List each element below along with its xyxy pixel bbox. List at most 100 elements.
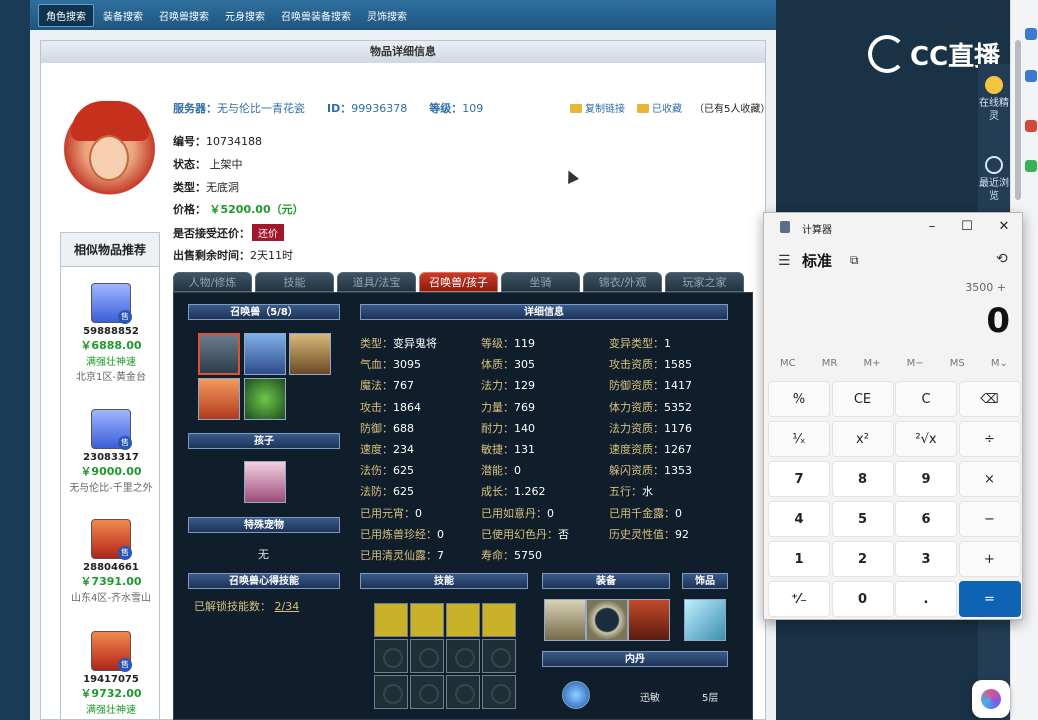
skill-icon[interactable] xyxy=(374,603,408,637)
game-tab[interactable]: 玩家之家 xyxy=(665,272,744,292)
calc-key[interactable]: ⁺⁄₋ xyxy=(768,581,830,617)
game-tab[interactable]: 技能 xyxy=(255,272,334,292)
pet-slot[interactable] xyxy=(244,378,286,420)
nav-tab[interactable]: 元身搜索 xyxy=(218,5,272,26)
pet-slot[interactable] xyxy=(198,333,240,375)
sell-badge: 售 xyxy=(118,546,132,560)
online-sprite-button[interactable]: 在线精灵 xyxy=(978,76,1010,123)
calculator-title: 计算器 xyxy=(802,225,832,236)
calc-key[interactable]: ÷ xyxy=(958,421,1021,457)
inner-dan-header: 内丹 xyxy=(542,651,728,667)
favorite-count: （已有5人收藏） xyxy=(694,104,771,115)
server-value: 无与伦比一青花瓷 xyxy=(217,102,305,115)
skill-icon[interactable] xyxy=(410,603,444,637)
memory-button[interactable]: MC xyxy=(780,358,796,369)
special-pet-header: 特殊宠物 xyxy=(188,517,340,533)
server-info-row: 服务器：无与伦比一青花瓷 ID：99936378 等级：109 xyxy=(173,100,483,116)
game-tab[interactable]: 人物/修炼 xyxy=(173,272,252,292)
stat-row: 法力资质：1176 xyxy=(609,421,692,435)
empty-skill-icon xyxy=(446,639,480,673)
calc-key[interactable]: 5 xyxy=(831,501,894,537)
recent-browse-button[interactable]: 最近浏览 xyxy=(978,156,1010,203)
similar-item[interactable]: 售 23083317 ￥9000.00 无与伦比-千里之外 xyxy=(61,409,161,494)
pet-slot[interactable] xyxy=(198,378,240,420)
calc-key[interactable]: . xyxy=(895,581,957,617)
stat-row: 速度：234 xyxy=(360,443,414,456)
calc-key[interactable]: 1 xyxy=(768,541,830,577)
calc-key[interactable]: CE xyxy=(831,381,894,417)
memory-button[interactable]: M− xyxy=(907,358,924,369)
calc-key[interactable]: 9 xyxy=(895,461,957,497)
copy-link-button[interactable]: 复制链接 xyxy=(570,100,625,115)
calc-key[interactable]: 0 xyxy=(831,581,894,617)
calculator-titlebar[interactable]: 计算器 – ☐ ✕ xyxy=(764,213,1024,241)
calc-key[interactable]: x² xyxy=(831,421,894,457)
keep-on-top-icon[interactable]: ⧉ xyxy=(850,253,859,268)
calc-key[interactable]: 6 xyxy=(895,501,957,537)
child-slot[interactable] xyxy=(244,461,286,503)
similar-item[interactable]: 售 59888852 ￥6888.00 满强壮神速 北京1区-黄金台 xyxy=(61,283,161,383)
equipment-slot[interactable] xyxy=(586,599,628,641)
minimize-button[interactable]: – xyxy=(922,219,942,234)
unlocked-skills-value[interactable]: 2/34 xyxy=(275,600,300,613)
assistant-orb-button[interactable] xyxy=(972,680,1010,718)
nav-tab[interactable]: 角色搜索 xyxy=(38,3,94,27)
calc-key[interactable]: + xyxy=(958,541,1021,577)
pet-thumbnail: 售 xyxy=(91,631,132,672)
maximize-button[interactable]: ☐ xyxy=(957,219,977,234)
game-tab[interactable]: 锦衣/外观 xyxy=(583,272,662,292)
type-value: 无底洞 xyxy=(206,181,239,194)
calc-key[interactable]: 7 xyxy=(768,461,830,497)
history-icon[interactable]: ⟲ xyxy=(996,251,1008,267)
nav-tab[interactable]: 召唤兽搜索 xyxy=(152,5,216,26)
calc-key[interactable]: × xyxy=(958,461,1021,497)
favorited-button[interactable]: 已收藏 xyxy=(637,100,682,115)
calc-key[interactable]: = xyxy=(958,581,1021,617)
nav-tab[interactable]: 灵饰搜索 xyxy=(360,5,414,26)
calc-key[interactable]: 8 xyxy=(831,461,894,497)
similar-item[interactable]: 售 28804661 ￥7391.00 山东4区-齐水雪山 xyxy=(61,519,161,604)
similar-title: 相似物品推荐 xyxy=(61,233,159,267)
similar-item[interactable]: 售 19417075 ￥9732.00 满强壮神速 xyxy=(61,631,161,716)
game-tab[interactable]: 召唤兽/孩子 xyxy=(419,272,498,292)
game-tab[interactable]: 道具/法宝 xyxy=(337,272,416,292)
level-label: 等级： xyxy=(429,102,463,115)
memory-button[interactable]: MS xyxy=(950,358,965,369)
calc-key[interactable]: ¹⁄ₓ xyxy=(768,421,830,457)
ornament-slot[interactable] xyxy=(684,599,726,641)
nav-tab[interactable]: 召唤兽装备搜索 xyxy=(274,5,358,26)
skill-icon[interactable] xyxy=(482,603,516,637)
inner-dan-icon[interactable] xyxy=(562,681,590,709)
calc-key[interactable]: ²√x xyxy=(895,421,957,457)
calc-key[interactable]: C xyxy=(895,381,957,417)
skill-icon[interactable] xyxy=(446,603,480,637)
calc-key[interactable]: % xyxy=(768,381,830,417)
calc-key[interactable]: 4 xyxy=(768,501,830,537)
menu-icon[interactable]: ☰ xyxy=(778,253,791,269)
side-app-icon[interactable] xyxy=(1025,160,1037,172)
calc-key[interactable]: 2 xyxy=(831,541,894,577)
side-app-icon[interactable] xyxy=(1025,120,1037,132)
remaining-value: 2天11时 xyxy=(250,249,293,262)
bargain-button[interactable]: 还价 xyxy=(252,224,284,241)
stat-row: 历史灵性值：92 xyxy=(609,527,689,541)
memory-button[interactable]: MR xyxy=(822,358,838,369)
equipment-slot[interactable] xyxy=(544,599,586,641)
similar-items-sidebar: 相似物品推荐 售 59888852 ￥6888.00 满强壮神速 北京1区-黄金… xyxy=(60,232,160,720)
close-button[interactable]: ✕ xyxy=(994,219,1014,234)
equipment-slot[interactable] xyxy=(628,599,670,641)
pet-slot[interactable] xyxy=(244,333,286,375)
memory-button[interactable]: M⌄ xyxy=(991,358,1008,369)
stat-row: 已用清灵仙露：7 xyxy=(360,549,444,562)
memory-button[interactable]: M+ xyxy=(863,358,880,369)
game-tab[interactable]: 坐骑 xyxy=(501,272,580,292)
side-app-icon[interactable] xyxy=(1025,28,1037,40)
scrollbar-thumb[interactable] xyxy=(1015,40,1021,200)
nav-tab[interactable]: 装备搜索 xyxy=(96,5,150,26)
side-app-icon[interactable] xyxy=(1025,70,1037,82)
calc-key[interactable]: 3 xyxy=(895,541,957,577)
child-header: 孩子 xyxy=(188,433,340,449)
calc-key[interactable]: − xyxy=(958,501,1021,537)
calc-key[interactable]: ⌫ xyxy=(958,381,1021,417)
pet-slot[interactable] xyxy=(289,333,331,375)
